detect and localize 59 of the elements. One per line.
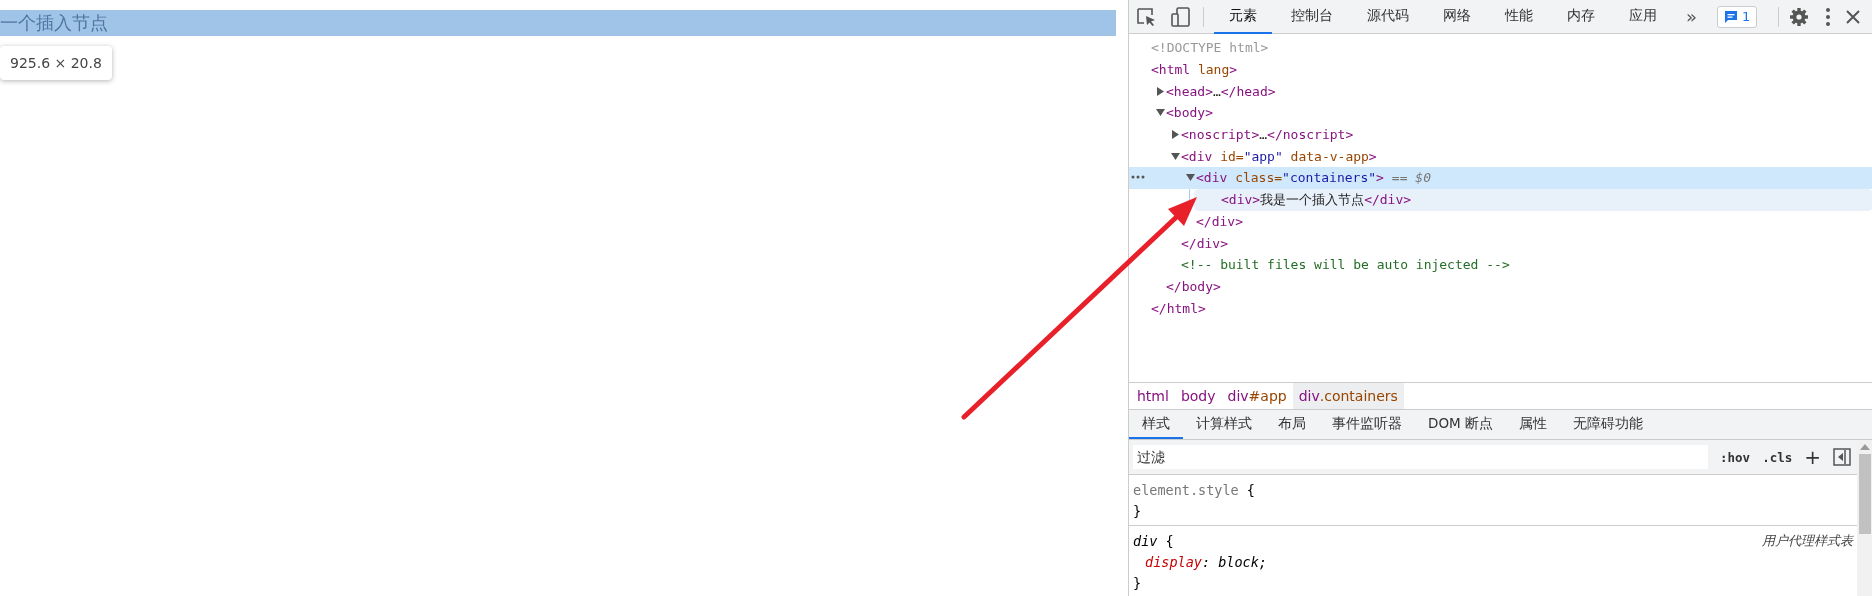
expanded-arrow-icon[interactable]: [1155, 108, 1165, 118]
dom-closing-tag: </div>: [1196, 213, 1243, 229]
close-brace: }: [1133, 502, 1142, 519]
menu-icon[interactable]: [1825, 6, 1831, 27]
dom-closing-tag: </div>: [1181, 235, 1228, 251]
pane-tab[interactable]: 计算样式: [1183, 410, 1265, 439]
issues-button[interactable]: 1: [1717, 5, 1758, 28]
panel-tab[interactable]: 元素: [1214, 0, 1272, 34]
dom-closing-tag: </body>: [1166, 278, 1221, 294]
settings-icon[interactable]: [1789, 6, 1809, 27]
pane-tab[interactable]: DOM 断点: [1415, 410, 1506, 439]
collapsed-arrow-icon[interactable]: [1155, 86, 1165, 96]
dom-node[interactable]: <body>: [1166, 105, 1213, 121]
sidebar-toggle-icon[interactable]: [1833, 448, 1851, 466]
panel-tab[interactable]: 内存: [1552, 0, 1610, 34]
pane-tab[interactable]: 属性: [1505, 410, 1560, 439]
panel-tab[interactable]: 控制台: [1276, 0, 1348, 34]
more-icon[interactable]: [1131, 175, 1145, 180]
inspect-icon[interactable]: [1135, 5, 1157, 28]
collapsed-arrow-icon[interactable]: [1170, 130, 1180, 140]
device-icon[interactable]: [1169, 5, 1193, 28]
dom-node[interactable]: <div class="containers">: [1196, 170, 1384, 186]
open-brace: {: [1246, 481, 1255, 498]
more-tabs-button[interactable]: »: [1676, 6, 1707, 27]
pane-tab[interactable]: 布局: [1265, 410, 1319, 439]
dom-closing-tag: </html>: [1151, 300, 1206, 316]
close-icon[interactable]: [1845, 8, 1861, 25]
panel-tab[interactable]: 性能: [1490, 0, 1548, 34]
dom-node[interactable]: <!-- built files will be auto injected -->: [1181, 257, 1510, 273]
selected-node-marker: == $0: [1391, 170, 1431, 186]
panel-tab[interactable]: 应用: [1614, 0, 1672, 34]
expanded-arrow-icon[interactable]: [1170, 151, 1180, 161]
breadcrumb[interactable]: html: [1131, 383, 1175, 409]
dom-node[interactable]: <div id="app" data-v-app>: [1181, 148, 1377, 164]
open-brace: {: [1165, 532, 1174, 549]
message-icon: [1724, 9, 1738, 24]
dom-node[interactable]: <head>…</head>: [1166, 83, 1276, 99]
panel-tab[interactable]: 网络: [1428, 0, 1486, 34]
dom-node[interactable]: <noscript>…</noscript>: [1181, 127, 1354, 143]
breadcrumb[interactable]: div.containers: [1292, 383, 1404, 409]
pane-tab[interactable]: 事件监听器: [1319, 410, 1415, 439]
rule-origin: 用户代理样式表: [1762, 531, 1853, 550]
expanded-arrow-icon[interactable]: [1185, 173, 1195, 183]
pane-tab[interactable]: 无障碍功能: [1559, 410, 1656, 439]
new-rule-button[interactable]: +: [1804, 445, 1821, 469]
breadcrumb[interactable]: div#app: [1221, 383, 1293, 409]
breadcrumb[interactable]: body: [1174, 383, 1222, 409]
css-selector: div: [1133, 532, 1158, 549]
panel-tab[interactable]: 源代码: [1352, 0, 1424, 34]
css-selector: element.style: [1133, 481, 1239, 498]
close-brace: }: [1133, 574, 1142, 591]
size-tooltip: 925.6 × 20.8: [0, 46, 112, 80]
scrollbar[interactable]: [1857, 440, 1872, 596]
class-button[interactable]: .cls: [1762, 449, 1793, 465]
highlighted-text: 一个插入节点: [0, 11, 108, 35]
dom-node[interactable]: <html lang>: [1151, 62, 1238, 78]
hover-state-button[interactable]: :hov: [1720, 449, 1751, 465]
filter-field[interactable]: 过滤: [1133, 445, 1708, 469]
css-declaration: display: block;: [1145, 553, 1267, 570]
